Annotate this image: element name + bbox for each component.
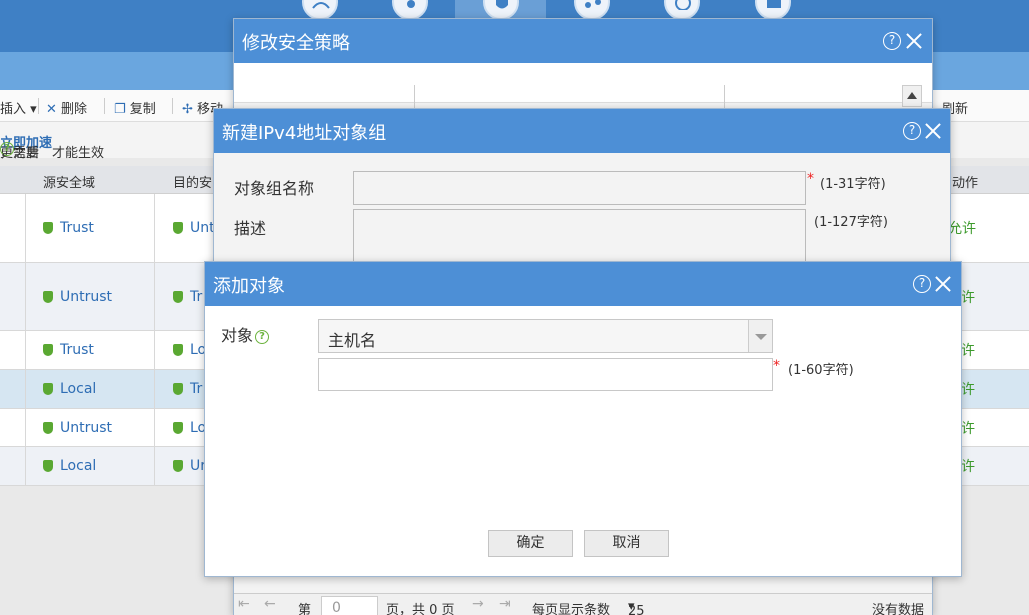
column-divider: [154, 194, 155, 486]
zone-shield-icon: [173, 460, 183, 472]
move-icon: ✢: [182, 102, 193, 117]
add-object-dialog: 添加对象 ? 对象? 主机名 * (1-60字符) 确定 取消: [204, 261, 962, 577]
globe-icon[interactable]: [664, 0, 700, 20]
help-icon[interactable]: ?: [913, 275, 931, 293]
object-type-select[interactable]: 主机名: [318, 319, 773, 353]
toolbar-divider: [38, 98, 39, 114]
zone-shield-icon: [173, 290, 183, 303]
share-icon[interactable]: [574, 0, 610, 20]
dialog-title: 添加对象: [213, 276, 285, 297]
monitor-icon[interactable]: [755, 0, 791, 20]
col-action[interactable]: 动作: [952, 172, 978, 191]
per-page-select[interactable]: 25 ▾: [628, 599, 645, 615]
dialog-title: 修改安全策略: [242, 33, 350, 54]
col-src-zone[interactable]: 源安全域: [43, 172, 95, 191]
page-number-input[interactable]: 0: [321, 596, 378, 615]
wifi-icon[interactable]: [302, 0, 338, 20]
hostname-input[interactable]: [318, 358, 773, 391]
close-icon[interactable]: [904, 31, 924, 51]
next-page-icon[interactable]: →: [472, 596, 484, 612]
zone-shield-icon: [173, 344, 183, 356]
description-textarea[interactable]: [353, 209, 806, 269]
required-mark: *: [807, 171, 814, 187]
chevron-down-icon[interactable]: [748, 320, 772, 352]
group-name-input[interactable]: [353, 171, 806, 205]
camera-icon[interactable]: [392, 0, 428, 20]
close-icon[interactable]: [933, 274, 953, 294]
first-page-icon[interactable]: ⇤: [238, 596, 250, 612]
policy-form-strip: [234, 63, 932, 103]
new-ipv4-group-dialog: 新建IPv4地址对象组 ? 对象组名称 * (1-31字符) 描述 (1-127…: [213, 108, 951, 278]
insert-button[interactable]: 插入 ▾: [0, 98, 37, 117]
object-label: 对象?: [221, 322, 270, 346]
new-group-title-bar[interactable]: 新建IPv4地址对象组 ?: [214, 109, 950, 153]
pagination-bar: ⇤ ← 第 0 页，共 0 页 → ⇥ 每页显示条数 25 ▾ 没有数据: [234, 593, 932, 615]
zone-shield-icon: [173, 383, 183, 395]
zone-shield-icon: [43, 222, 53, 234]
help-icon[interactable]: ?: [255, 329, 270, 344]
zone-shield-icon: [43, 421, 53, 434]
column-divider: [25, 194, 26, 486]
no-data-text: 没有数据: [872, 603, 925, 615]
zone-shield-icon: [43, 383, 53, 395]
delete-icon: ✕: [46, 102, 57, 117]
required-mark: *: [773, 358, 780, 374]
scroll-up-button[interactable]: [902, 85, 922, 107]
zone-shield-icon: [43, 290, 53, 303]
edit-policy-title-bar[interactable]: 修改安全策略 ?: [234, 19, 932, 63]
toolbar-divider: [104, 98, 105, 114]
close-icon[interactable]: [923, 121, 943, 141]
toolbar-divider: [172, 98, 173, 114]
help-icon[interactable]: ?: [883, 32, 901, 50]
zone-shield-icon: [43, 460, 53, 472]
zone-shield-icon: [173, 421, 183, 434]
copy-button[interactable]: ❐ 复制: [114, 98, 156, 117]
cancel-button[interactable]: 取消: [584, 530, 669, 557]
zone-shield-icon: [43, 344, 53, 356]
zone-shield-icon: [173, 222, 183, 234]
copy-icon: ❐: [114, 102, 126, 117]
group-name-label: 对象组名称: [234, 179, 315, 198]
prev-page-icon[interactable]: ←: [264, 596, 276, 612]
ok-button[interactable]: 确定: [488, 530, 573, 557]
delete-button[interactable]: ✕ 删除: [46, 98, 87, 117]
description-label: 描述: [234, 219, 267, 238]
col-dst-zone[interactable]: 目的安: [173, 172, 212, 191]
help-icon[interactable]: ?: [903, 122, 921, 140]
dialog-title: 新建IPv4地址对象组: [222, 123, 387, 144]
last-page-icon[interactable]: ⇥: [499, 596, 511, 612]
add-object-title-bar[interactable]: 添加对象 ?: [205, 262, 961, 306]
